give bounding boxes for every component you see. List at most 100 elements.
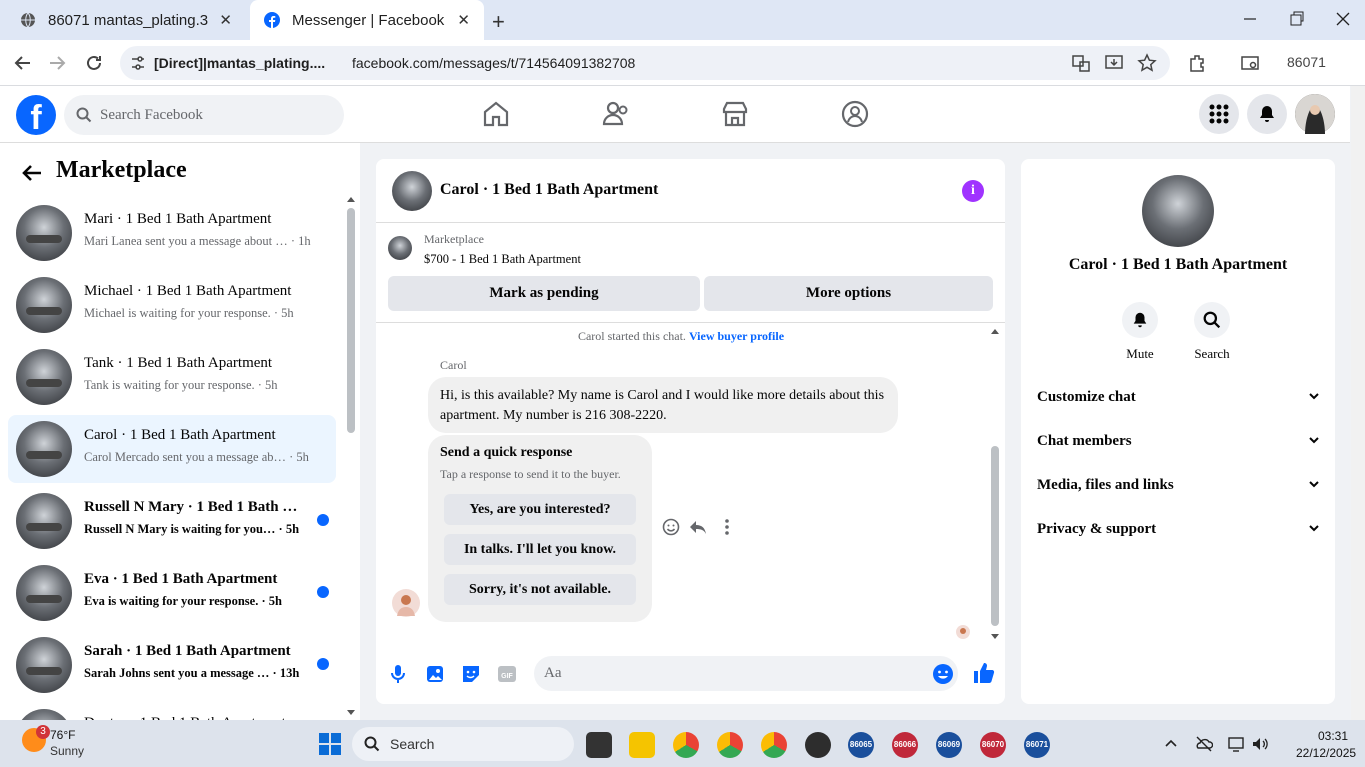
facebook-logo[interactable]: f <box>16 95 56 135</box>
emoji-icon[interactable] <box>932 663 954 685</box>
address-bar[interactable]: [Direct]|mantas_plating.... facebook.com… <box>120 46 1170 80</box>
quick-response-button[interactable]: Sorry, it's not available. <box>444 574 636 605</box>
scroll-up-icon[interactable] <box>990 327 1000 335</box>
taskbar-search[interactable]: Search <box>352 727 574 761</box>
reply-icon[interactable] <box>688 517 708 537</box>
conversation-item[interactable]: Mari · 1 Bed 1 Bath Apartment Mari Lanea … <box>8 199 336 267</box>
more-options-button[interactable]: More options <box>704 276 993 311</box>
conversation-item[interactable]: Tank · 1 Bed 1 Bath Apartment Tank is wai… <box>8 343 336 411</box>
conversation-avatar <box>16 493 72 549</box>
chevron-down-icon <box>1309 393 1319 400</box>
back-arrow-icon[interactable] <box>20 161 44 185</box>
close-tab-icon[interactable]: ✕ <box>219 11 232 29</box>
details-avatar[interactable] <box>1142 175 1214 247</box>
photo-icon[interactable] <box>424 663 446 685</box>
groups-icon[interactable] <box>840 99 870 129</box>
extensions-icon[interactable] <box>1187 53 1207 73</box>
sidebar-scrollbar[interactable] <box>347 208 355 433</box>
new-tab-button[interactable]: + <box>492 9 505 35</box>
conversation-item[interactable]: Michael · 1 Bed 1 Bath Apartment Michael … <box>8 271 336 339</box>
reload-icon[interactable] <box>83 52 105 74</box>
message-composer: GIF Aa <box>376 651 1005 704</box>
install-app-icon[interactable] <box>1104 53 1124 73</box>
scroll-up-icon[interactable] <box>346 195 356 203</box>
section-chat-members[interactable]: Chat members <box>1037 433 1321 450</box>
chat-title[interactable]: Carol · 1 Bed 1 Bath Apartment <box>440 181 658 199</box>
conversation-item[interactable]: Eva · 1 Bed 1 Bath Apartment Eva is waiti… <box>8 559 336 627</box>
quick-response-button[interactable]: Yes, are you interested? <box>444 494 636 525</box>
back-icon[interactable] <box>12 52 34 74</box>
profile-name[interactable]: 86071 <box>1287 54 1326 70</box>
microphone-icon[interactable] <box>388 663 408 685</box>
forward-icon[interactable] <box>46 52 68 74</box>
marketplace-icon[interactable] <box>720 99 750 129</box>
gif-icon[interactable]: GIF <box>496 663 518 685</box>
taskbar-app-86070[interactable]: 86070 <box>980 732 1006 758</box>
section-media-files-links[interactable]: Media, files and links <box>1037 477 1321 494</box>
chrome-profile-icon[interactable] <box>717 732 743 758</box>
close-window-icon[interactable] <box>1336 8 1350 28</box>
mute-button[interactable]: Mute <box>1110 302 1170 362</box>
scroll-down-icon[interactable] <box>990 633 1000 641</box>
app-icon[interactable] <box>805 732 831 758</box>
search-in-chat-button[interactable]: Search <box>1182 302 1242 362</box>
minimize-icon[interactable] <box>1243 8 1257 28</box>
sticker-icon[interactable] <box>460 663 482 685</box>
conversation-item[interactable]: Sarah · 1 Bed 1 Bath Apartment Sarah John… <box>8 631 336 699</box>
conversation-item[interactable]: Dontae · 1 Bed 1 Bath Apartment <box>8 703 336 720</box>
message-bubble[interactable]: Hi, is this available? My name is Carol … <box>428 377 898 433</box>
restore-icon[interactable] <box>1290 8 1304 28</box>
chat-scrollbar[interactable] <box>991 446 999 626</box>
file-explorer-icon[interactable] <box>629 732 655 758</box>
taskbar-app-86066[interactable]: 86066 <box>892 732 918 758</box>
conversation-name: Eva · 1 Bed 1 Bath Apartment <box>84 571 278 587</box>
facebook-search-input[interactable]: Search Facebook <box>64 95 344 135</box>
more-actions-icon[interactable] <box>720 517 734 537</box>
network-icon[interactable] <box>1227 735 1245 753</box>
browser-tab-2-active[interactable]: Messenger | Facebook ✕ <box>250 0 484 40</box>
menu-grid-button[interactable] <box>1199 94 1239 134</box>
like-thumb-icon[interactable] <box>971 661 995 685</box>
onedrive-off-icon[interactable] <box>1195 735 1213 753</box>
message-input[interactable]: Aa <box>534 656 958 691</box>
account-avatar[interactable] <box>1295 94 1335 134</box>
windows-start-icon[interactable] <box>318 732 342 756</box>
info-icon[interactable]: i <box>962 180 984 202</box>
quick-response-button[interactable]: In talks. I'll let you know. <box>444 534 636 565</box>
translate-icon[interactable] <box>1071 53 1091 73</box>
home-icon[interactable] <box>481 99 511 129</box>
url-text[interactable]: facebook.com/messages/t/714564091382708 <box>352 55 635 71</box>
mark-as-pending-button[interactable]: Mark as pending <box>388 276 700 311</box>
conversation-item[interactable]: Carol · 1 Bed 1 Bath Apartment Carol Merc… <box>8 415 336 483</box>
site-info-icon[interactable] <box>130 55 146 71</box>
weather-temperature[interactable]: 76°F <box>50 728 75 742</box>
notifications-button[interactable] <box>1247 94 1287 134</box>
sender-avatar[interactable] <box>392 589 420 617</box>
chrome-icon[interactable] <box>673 732 699 758</box>
conversation-item[interactable]: Russell N Mary · 1 Bed 1 Bath … Russell N… <box>8 487 336 555</box>
taskbar-app-86069[interactable]: 86069 <box>936 732 962 758</box>
scroll-down-icon[interactable] <box>346 709 356 717</box>
listing-price[interactable]: $700 - 1 Bed 1 Bath Apartment <box>424 252 581 267</box>
system-clock[interactable]: 03:31 22/12/2025 <box>1296 729 1356 760</box>
browser-tab-1[interactable]: 86071 mantas_plating.3h@ ✕ <box>6 0 246 40</box>
chevron-up-icon[interactable] <box>1164 738 1178 748</box>
react-emoji-icon[interactable] <box>661 517 681 537</box>
listing-thumbnail[interactable] <box>388 236 412 260</box>
page-scrollbar[interactable] <box>1351 86 1365 720</box>
chat-avatar[interactable] <box>392 171 432 211</box>
taskbar-app-86071[interactable]: 86071 <box>1024 732 1050 758</box>
bookmark-star-icon[interactable] <box>1137 53 1157 73</box>
view-buyer-profile-link[interactable]: View buyer profile <box>689 329 784 343</box>
section-privacy-support[interactable]: Privacy & support <box>1037 521 1321 538</box>
section-customize-chat[interactable]: Customize chat <box>1037 389 1321 406</box>
volume-icon[interactable] <box>1251 735 1269 753</box>
taskbar-app-86065[interactable]: 86065 <box>848 732 874 758</box>
friends-icon[interactable] <box>601 99 631 129</box>
task-view-icon[interactable] <box>586 732 612 758</box>
weather-condition[interactable]: Sunny <box>50 744 84 758</box>
close-tab-icon[interactable]: ✕ <box>457 11 470 29</box>
browser-tab-strip: 86071 mantas_plating.3h@ ✕ Messenger | F… <box>0 0 1365 40</box>
chrome-profile-2-icon[interactable] <box>761 732 787 758</box>
tab-search-icon[interactable] <box>1240 53 1260 73</box>
